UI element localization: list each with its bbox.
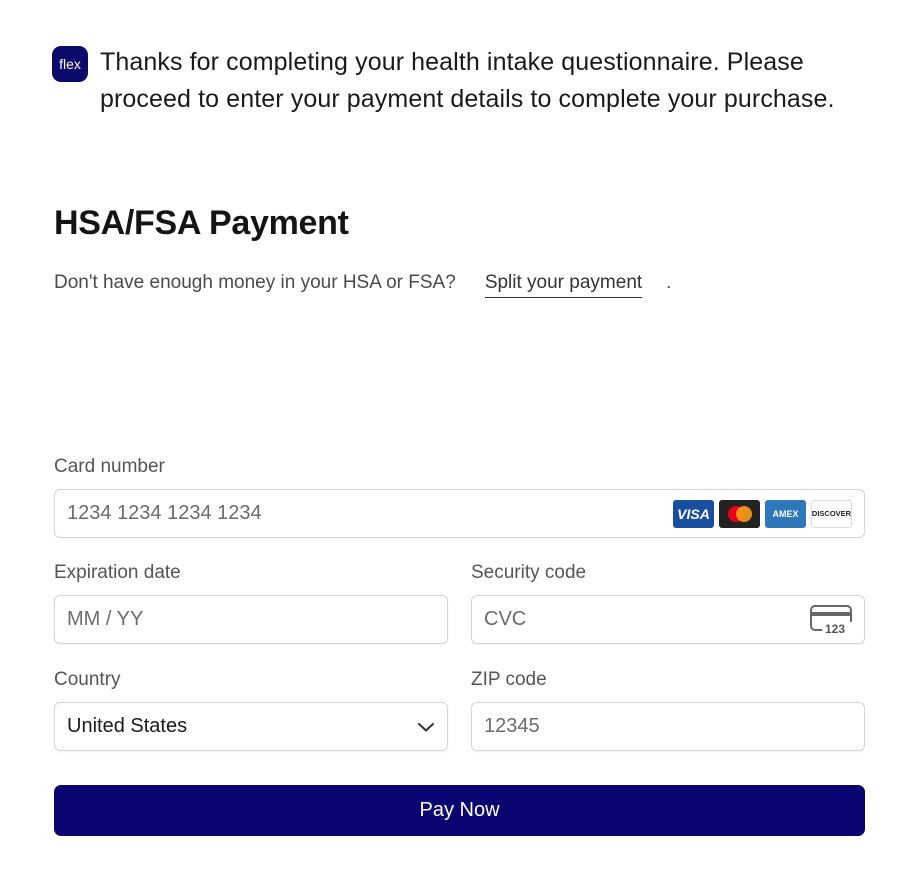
security-code-input[interactable] — [484, 608, 810, 631]
expiration-field — [54, 595, 448, 644]
zip-input[interactable] — [484, 715, 852, 738]
message-text: Thanks for completing your health intake… — [100, 48, 835, 113]
cvc-icon-text: 123 — [825, 622, 845, 635]
card-number-field: VISA AMEX DISCOVER — [54, 489, 865, 538]
amex-icon: AMEX — [765, 499, 806, 528]
zip-label: ZIP code — [471, 669, 547, 690]
card-number-label: Card number — [54, 456, 165, 477]
expiration-input[interactable] — [67, 608, 435, 631]
expiration-label: Expiration date — [54, 562, 181, 583]
split-payment-question: Don't have enough money in your HSA or F… — [54, 272, 456, 293]
cvc-card-icon: 123 — [810, 604, 852, 635]
security-code-label: Security code — [471, 562, 587, 583]
intake-complete-message: flex Thanks for completing your health i… — [52, 44, 880, 118]
flex-logo: flex — [52, 46, 88, 82]
security-code-field: 123 — [471, 595, 865, 644]
country-value: United States — [67, 715, 188, 737]
split-payment-prompt: Don't have enough money in your HSA or F… — [54, 272, 671, 298]
chevron-down-icon — [418, 722, 434, 731]
country-label: Country — [54, 669, 121, 690]
card-number-input[interactable] — [67, 502, 673, 525]
card-brands: VISA AMEX DISCOVER — [673, 499, 852, 528]
page-title: HSA/FSA Payment — [54, 204, 349, 242]
discover-icon: DISCOVER — [811, 499, 852, 528]
pay-now-button[interactable]: Pay Now — [54, 785, 865, 836]
visa-icon: VISA — [673, 499, 714, 528]
zip-field — [471, 702, 865, 751]
mastercard-icon — [719, 499, 760, 528]
payment-page: flex Thanks for completing your health i… — [0, 0, 920, 896]
period: . — [666, 272, 672, 293]
split-payment-link[interactable]: Split your payment — [484, 272, 643, 298]
country-select[interactable]: United States — [54, 702, 448, 751]
